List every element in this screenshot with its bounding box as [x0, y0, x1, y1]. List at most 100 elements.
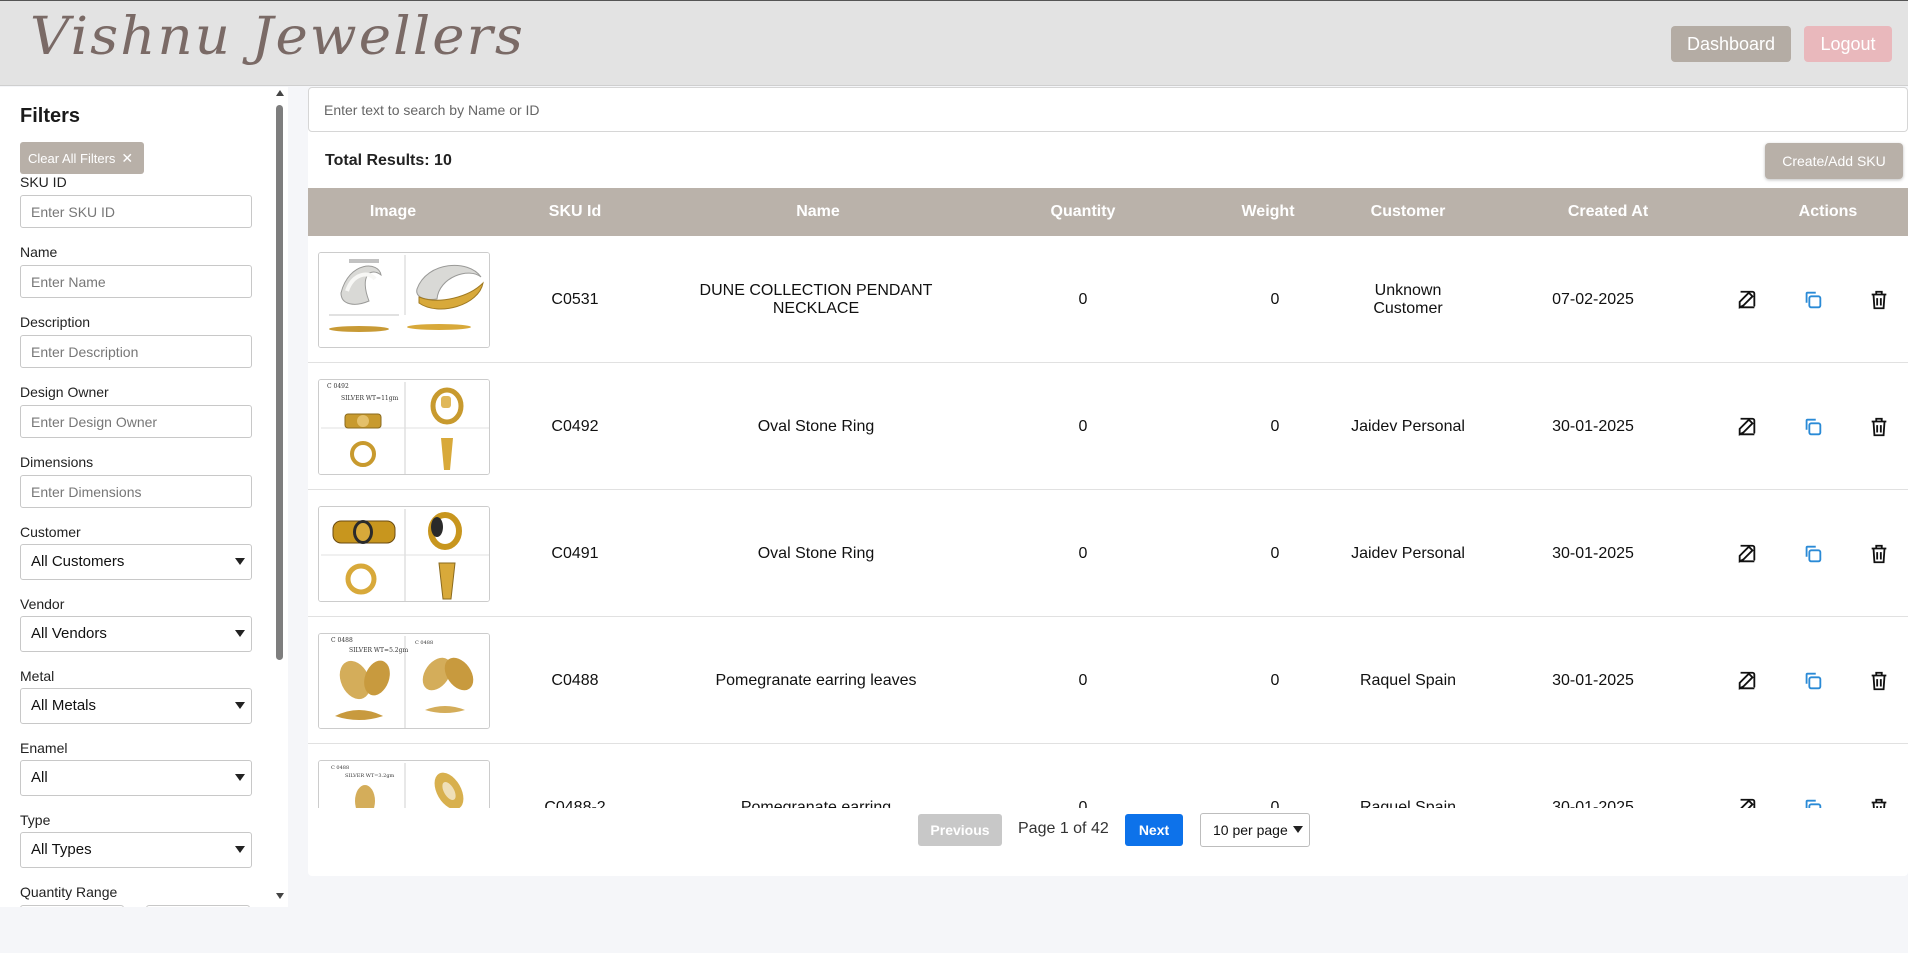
created-at-cell: 30-01-2025	[1552, 544, 1634, 562]
svg-text:C 0492: C 0492	[327, 383, 349, 390]
trash-icon[interactable]	[1868, 670, 1890, 692]
enamel-select[interactable]: All	[20, 760, 252, 796]
gold-leaf-earring-render[interactable]: C 0488 SILVER WT=5.2gm C 0488	[318, 633, 490, 729]
customer-select-value: All Customers	[31, 553, 125, 570]
weight-cell: 0	[1270, 544, 1280, 562]
gold-ring-render[interactable]: C 0492 SILVER WT=11gm	[318, 379, 490, 475]
quantity-cell: 0	[1078, 290, 1088, 308]
quantity-cell: 0	[1078, 544, 1088, 562]
sku-id-cell: C0488	[551, 671, 599, 689]
name-label: Name	[20, 244, 58, 260]
customer-label: Customer	[20, 524, 81, 540]
copy-icon[interactable]	[1802, 670, 1824, 692]
brand-logo: Vishnu Jewellers	[30, 7, 526, 67]
enamel-select-value: All	[31, 769, 48, 786]
vendor-select-value: All Vendors	[31, 625, 107, 642]
create-sku-button[interactable]: Create/Add SKU	[1765, 143, 1903, 179]
chevron-down-icon	[1293, 826, 1303, 833]
weight-cell: 0	[1270, 798, 1280, 809]
weight-cell: 0	[1270, 290, 1280, 308]
clear-all-filters-button[interactable]: Clear All Filters ✕	[20, 142, 144, 174]
type-select-value: All Types	[31, 841, 92, 858]
column-header-sku-id: SKU Id	[548, 203, 602, 220]
table-row: C0531 DUNE COLLECTION PENDANT NECKLACE 0…	[308, 236, 1908, 363]
column-header-created-at: Created At	[1567, 203, 1649, 220]
sidebar-scrollbar[interactable]	[274, 87, 286, 907]
gold-earring-render[interactable]: C 0488 SILVER WT=3.2gm	[318, 760, 490, 808]
next-page-button[interactable]: Next	[1125, 814, 1183, 846]
dimensions-label: Dimensions	[20, 454, 94, 470]
chevron-down-icon	[235, 630, 245, 637]
table-row: C 0492 SILVER WT=11gm C0492 Oval Stone R…	[308, 363, 1908, 490]
edit-icon[interactable]	[1736, 416, 1758, 438]
column-header-customer: Customer	[1370, 203, 1446, 220]
logout-button[interactable]: Logout	[1804, 26, 1892, 62]
svg-text:C 0488: C 0488	[331, 765, 349, 771]
vendor-select[interactable]: All Vendors	[20, 616, 252, 652]
edit-icon[interactable]	[1736, 543, 1758, 565]
edit-icon[interactable]	[1736, 670, 1758, 692]
created-at-cell: 30-01-2025	[1552, 417, 1634, 435]
gold-ring-render[interactable]	[318, 506, 490, 602]
svg-text:SILVER WT=3.2gm: SILVER WT=3.2gm	[345, 773, 395, 779]
dimensions-input[interactable]	[20, 475, 252, 508]
name-cell: Oval Stone Ring	[757, 544, 875, 562]
description-label: Description	[20, 314, 91, 330]
sku-list-panel: Total Results: 10 Create/Add SKU Image S…	[308, 87, 1908, 876]
name-input[interactable]	[20, 265, 252, 298]
close-icon: ✕	[121, 150, 134, 166]
customer-select[interactable]: All Customers	[20, 544, 252, 580]
column-header-weight: Weight	[1241, 203, 1295, 220]
edit-icon[interactable]	[1736, 289, 1758, 311]
sku-id-input[interactable]	[20, 195, 252, 228]
pagination: Previous Page 1 of 42 Next 10 per page	[308, 810, 1908, 860]
svg-text:SILVER WT=11gm: SILVER WT=11gm	[341, 395, 399, 402]
customer-cell: Raquel Spain	[1359, 798, 1457, 809]
scroll-down-arrow-icon[interactable]	[276, 893, 284, 899]
quantity-min-input[interactable]	[20, 905, 124, 907]
column-header-actions: Actions	[1798, 203, 1858, 220]
metal-select[interactable]: All Metals	[20, 688, 252, 724]
copy-icon[interactable]	[1802, 797, 1824, 808]
search-input[interactable]	[308, 87, 1908, 132]
type-select[interactable]: All Types	[20, 832, 252, 868]
filters-sidebar: Filters Clear All Filters ✕ SKU ID Name D…	[0, 87, 288, 907]
quantity-cell: 0	[1078, 671, 1088, 689]
created-at-cell: 30-01-2025	[1552, 671, 1634, 689]
dashboard-button[interactable]: Dashboard	[1671, 26, 1791, 62]
trash-icon[interactable]	[1868, 416, 1890, 438]
description-input[interactable]	[20, 335, 252, 368]
sku-id-cell: C0488-2	[544, 798, 606, 809]
sku-id-cell: C0531	[551, 290, 599, 308]
per-page-select[interactable]: 10 per page	[1200, 813, 1310, 847]
table-row: C 0488 SILVER WT=3.2gm C0488-2 Pomegrana…	[308, 744, 1908, 808]
previous-page-button[interactable]: Previous	[918, 814, 1002, 846]
sku-id-label: SKU ID	[20, 174, 67, 190]
quantity-cell: 0	[1078, 417, 1088, 435]
clear-filters-label: Clear All Filters	[28, 151, 116, 166]
copy-icon[interactable]	[1802, 289, 1824, 311]
quantity-max-input[interactable]	[146, 905, 250, 907]
copy-icon[interactable]	[1802, 543, 1824, 565]
quantity-cell: 0	[1078, 798, 1088, 809]
name-cell: Pomegranate earring leaves	[715, 671, 917, 689]
copy-icon[interactable]	[1802, 416, 1824, 438]
scroll-up-arrow-icon[interactable]	[276, 90, 284, 96]
chevron-down-icon	[235, 774, 245, 781]
enamel-label: Enamel	[20, 740, 68, 756]
scrollbar-thumb[interactable]	[276, 105, 283, 660]
trash-icon[interactable]	[1868, 289, 1890, 311]
trash-icon[interactable]	[1868, 543, 1890, 565]
trash-icon[interactable]	[1868, 797, 1890, 808]
vendor-label: Vendor	[20, 596, 65, 612]
metal-select-value: All Metals	[31, 697, 97, 714]
table-row: C0491 Oval Stone Ring 0 0 Jaidev Persona…	[308, 490, 1908, 617]
design-owner-input[interactable]	[20, 405, 252, 438]
design-owner-label: Design Owner	[20, 384, 109, 400]
created-at-cell: 30-01-2025	[1552, 798, 1634, 809]
sku-id-cell: C0492	[551, 417, 599, 435]
silver-pendant-render[interactable]	[318, 252, 490, 348]
edit-icon[interactable]	[1736, 797, 1758, 808]
chevron-down-icon	[235, 558, 245, 565]
top-header: Vishnu Jewellers Dashboard Logout	[0, 0, 1908, 86]
